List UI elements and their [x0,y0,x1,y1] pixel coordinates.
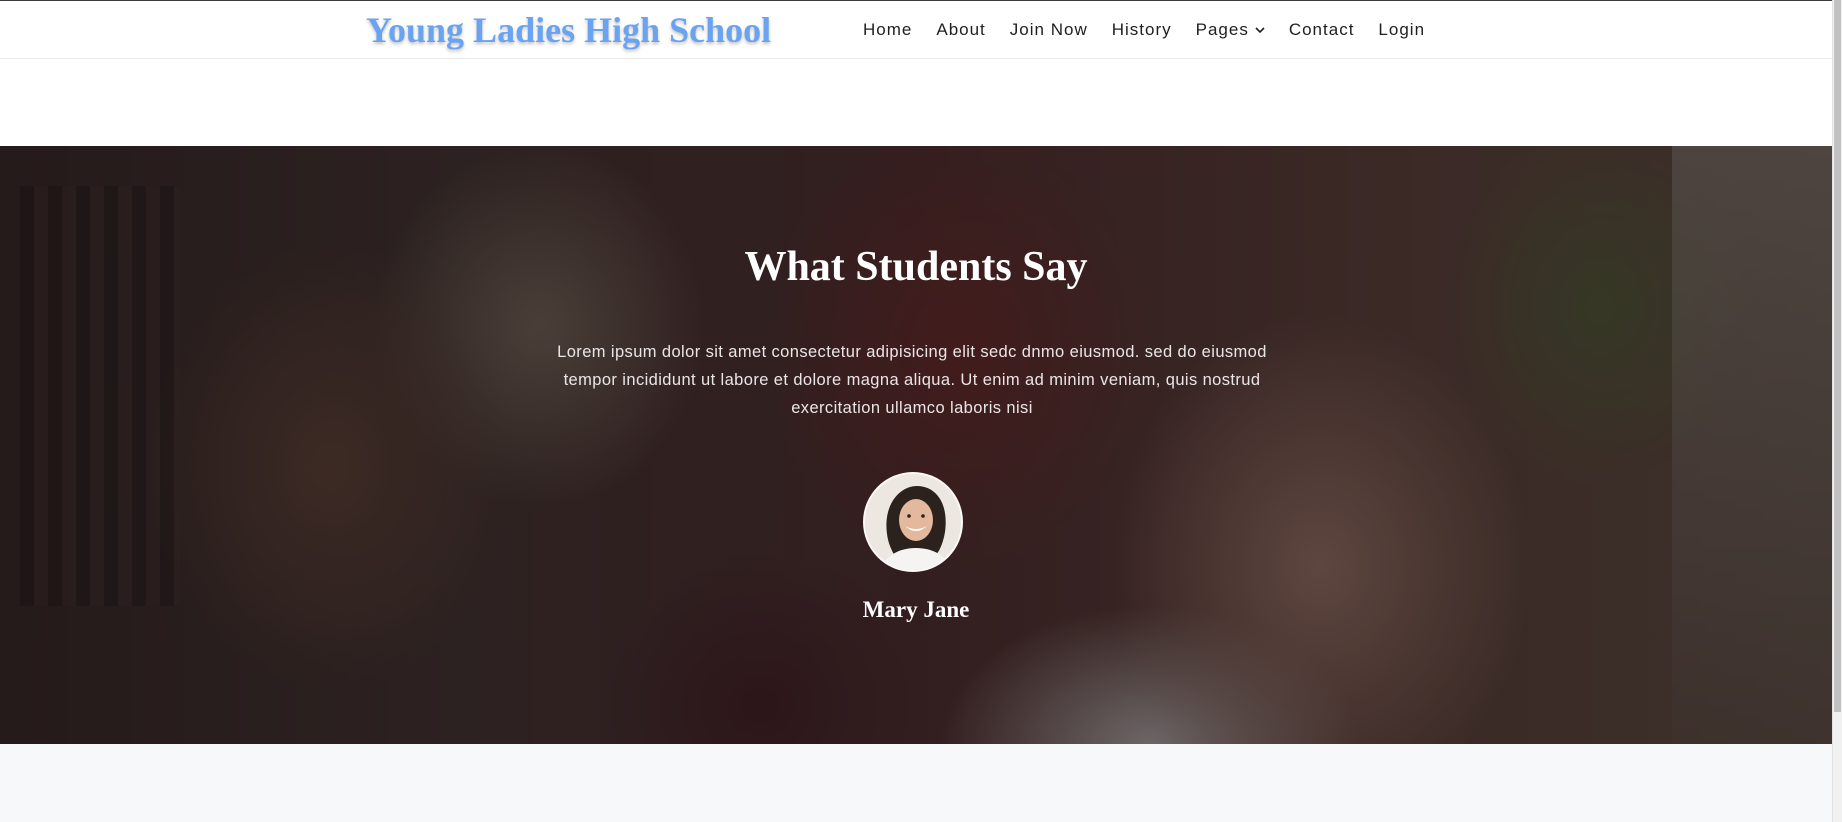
student-name: Mary Jane [862,597,970,622]
section-title: What Students Say [744,244,1088,290]
nav-item-contact[interactable]: Contact [1289,20,1355,40]
nav-item-home[interactable]: Home [863,20,912,40]
hero-dark-overlay [0,146,1832,744]
nav-item-pages-label: Pages [1195,20,1249,39]
testimonial-section: What Students Say Lorem ipsum dolor sit … [0,146,1832,744]
site-logo-link[interactable]: Young Ladies High School [366,7,771,53]
next-section [0,744,1832,822]
student-avatar [863,472,963,572]
nav-item-about[interactable]: About [936,20,985,40]
nav-item-pages[interactable]: Pages [1196,20,1265,40]
page-scrollbar[interactable] [1832,0,1842,822]
testimonial-quote: Lorem ipsum dolor sit amet consectetur a… [557,343,1267,417]
navbar: Young Ladies High School Home About Join… [0,1,1832,59]
nav-item-login[interactable]: Login [1378,20,1425,40]
chevron-down-icon [1255,27,1265,34]
nav-item-history[interactable]: History [1112,20,1172,40]
nav-menu: Home About Join Now History Pages Contac… [863,1,1425,59]
nav-item-join-now[interactable]: Join Now [1010,20,1088,40]
scrollbar-thumb[interactable] [1834,0,1841,712]
student-avatar-image [865,474,961,570]
